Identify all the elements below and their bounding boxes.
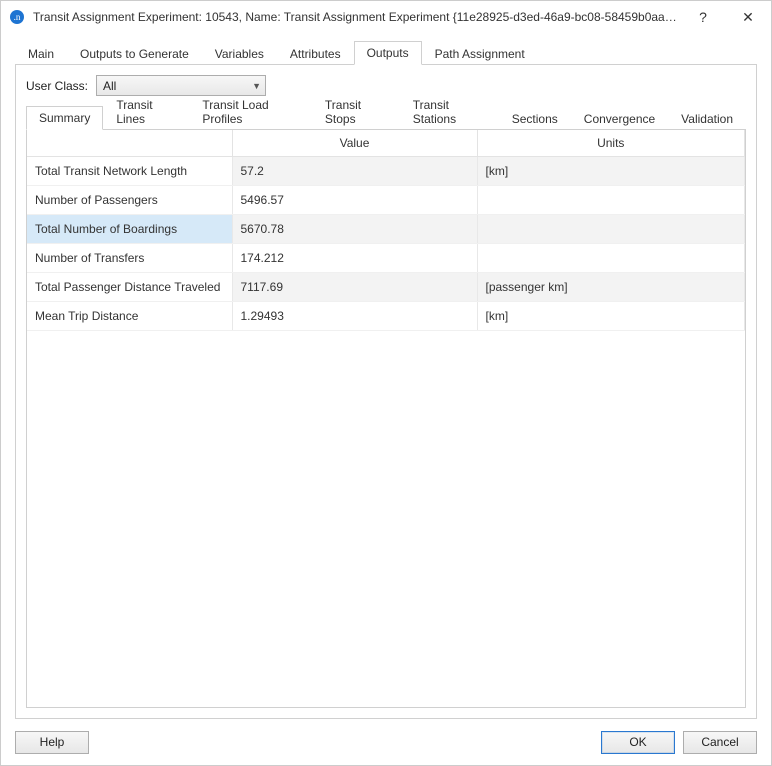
user-class-value: All [103, 79, 116, 93]
sub-tabs: SummaryTransit LinesTransit Load Profile… [26, 106, 746, 130]
subtab-transit-stops[interactable]: Transit Stops [312, 93, 400, 130]
row-units: [km] [477, 157, 745, 186]
row-value: 5496.57 [232, 186, 477, 215]
titlebar: .n Transit Assignment Experiment: 10543,… [1, 1, 771, 33]
chevron-down-icon: ▼ [252, 81, 261, 91]
table-header-row: Value Units [27, 130, 745, 157]
row-name: Total Number of Boardings [27, 215, 232, 244]
col-header-name[interactable] [27, 130, 232, 157]
tab-outputs[interactable]: Outputs [354, 41, 422, 65]
row-units [477, 244, 745, 273]
svg-text:.n: .n [14, 12, 21, 22]
subtab-transit-load-profiles[interactable]: Transit Load Profiles [189, 93, 311, 130]
ok-button[interactable]: OK [601, 731, 675, 754]
row-value: 1.29493 [232, 302, 477, 331]
subtab-summary[interactable]: Summary [26, 106, 103, 130]
row-name: Total Transit Network Length [27, 157, 232, 186]
top-tabs: MainOutputs to GenerateVariablesAttribut… [15, 41, 757, 65]
subtab-convergence[interactable]: Convergence [571, 107, 668, 130]
col-header-value[interactable]: Value [232, 130, 477, 157]
table-row[interactable]: Number of Transfers174.212 [27, 244, 745, 273]
table-row[interactable]: Number of Passengers5496.57 [27, 186, 745, 215]
subtab-transit-stations[interactable]: Transit Stations [400, 93, 499, 130]
row-name: Total Passenger Distance Traveled [27, 273, 232, 302]
subtab-validation[interactable]: Validation [668, 107, 746, 130]
subtab-transit-lines[interactable]: Transit Lines [103, 93, 189, 130]
row-value: 5670.78 [232, 215, 477, 244]
row-units [477, 186, 745, 215]
row-value: 57.2 [232, 157, 477, 186]
table-row[interactable]: Total Passenger Distance Traveled7117.69… [27, 273, 745, 302]
cancel-button[interactable]: Cancel [683, 731, 757, 754]
user-class-label: User Class: [26, 79, 88, 93]
window-title: Transit Assignment Experiment: 10543, Na… [33, 10, 681, 24]
tab-path-assignment[interactable]: Path Assignment [422, 42, 538, 65]
row-name: Number of Transfers [27, 244, 232, 273]
app-icon: .n [9, 9, 25, 25]
tab-variables[interactable]: Variables [202, 42, 277, 65]
summary-table: Value Units Total Transit Network Length… [27, 130, 745, 331]
row-value: 174.212 [232, 244, 477, 273]
row-units: [km] [477, 302, 745, 331]
close-button[interactable]: ✕ [725, 1, 771, 33]
tab-attributes[interactable]: Attributes [277, 42, 354, 65]
help-button[interactable]: Help [15, 731, 89, 754]
summary-grid: Value Units Total Transit Network Length… [26, 130, 746, 708]
table-row[interactable]: Mean Trip Distance1.29493[km] [27, 302, 745, 331]
help-titlebar-button[interactable]: ? [681, 1, 725, 33]
row-units: [passenger km] [477, 273, 745, 302]
outputs-panel: User Class: All ▼ SummaryTransit LinesTr… [15, 65, 757, 719]
table-row[interactable]: Total Transit Network Length57.2[km] [27, 157, 745, 186]
row-name: Number of Passengers [27, 186, 232, 215]
subtab-sections[interactable]: Sections [499, 107, 571, 130]
col-header-units[interactable]: Units [477, 130, 745, 157]
dialog-footer: Help OK Cancel [1, 729, 771, 765]
tab-outputs-to-generate[interactable]: Outputs to Generate [67, 42, 202, 65]
row-units [477, 215, 745, 244]
content-area: MainOutputs to GenerateVariablesAttribut… [1, 33, 771, 729]
row-name: Mean Trip Distance [27, 302, 232, 331]
table-row[interactable]: Total Number of Boardings5670.78 [27, 215, 745, 244]
dialog-window: .n Transit Assignment Experiment: 10543,… [0, 0, 772, 766]
tab-main[interactable]: Main [15, 42, 67, 65]
row-value: 7117.69 [232, 273, 477, 302]
